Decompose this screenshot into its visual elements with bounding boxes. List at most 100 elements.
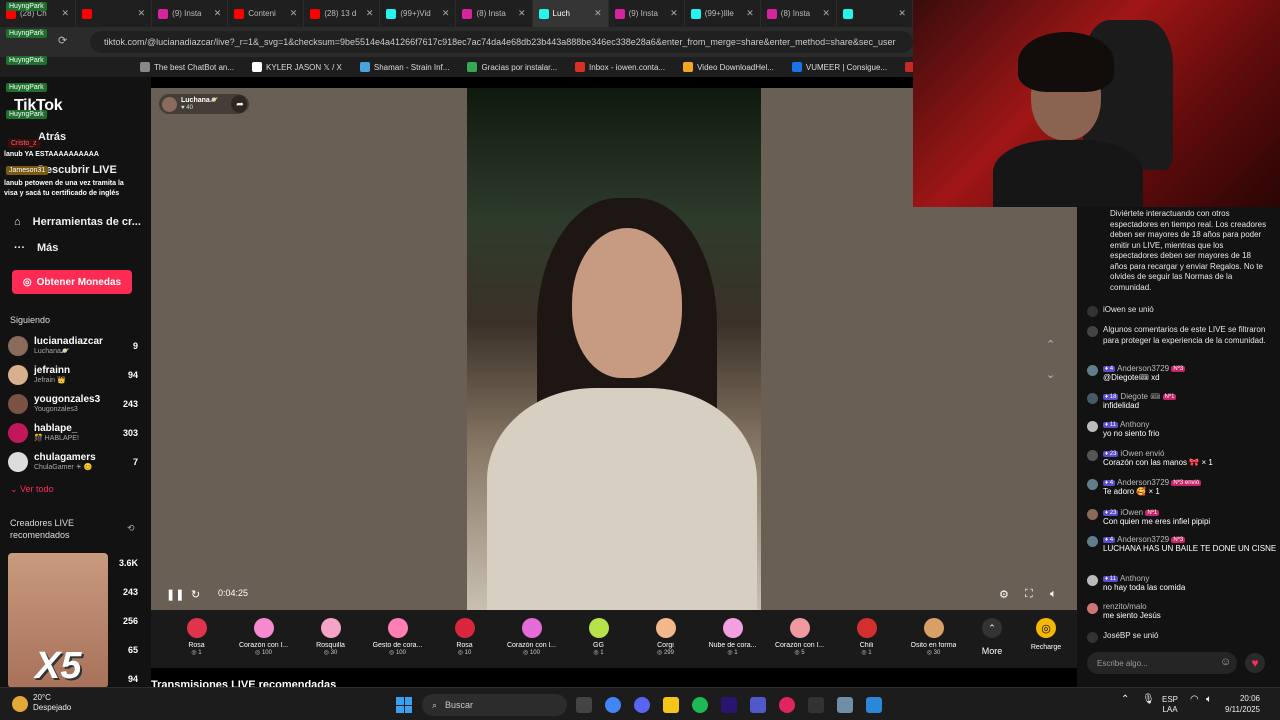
chevron-up-icon[interactable]: ⌃ — [1046, 338, 1055, 351]
chat-username[interactable]: Anderson3729 — [1117, 478, 1169, 487]
following-item[interactable]: hablape_ 🎊 HABLAPE! 303 — [8, 420, 138, 446]
avatar[interactable] — [1087, 450, 1098, 461]
following-item[interactable]: yougonzales3 Yougonzales3 243 — [8, 391, 138, 417]
bookmark-item[interactable]: Find & Share on G... — [905, 62, 913, 72]
browser-tab[interactable]: (28) 13 d ✕ — [304, 0, 381, 27]
replay-icon[interactable]: ↻ — [191, 588, 200, 601]
pause-icon[interactable]: ❚❚ — [166, 588, 184, 601]
browser-tab[interactable]: (8) Insta ✕ — [456, 0, 533, 27]
discord-icon[interactable] — [634, 697, 650, 713]
chat-username[interactable]: Anderson3729 — [1117, 535, 1169, 544]
bookmark-item[interactable]: VUMEER | Consigue... — [791, 62, 887, 72]
close-icon[interactable]: ✕ — [670, 8, 678, 19]
taskbar-search[interactable]: ⌕ Buscar — [422, 694, 567, 716]
gifts-more-button[interactable]: ⌃ More — [967, 610, 1017, 668]
recharge-button[interactable]: ◎ Recharge — [1021, 618, 1071, 651]
app-icon[interactable] — [866, 697, 882, 713]
browser-tab[interactable]: (9) Insta ✕ — [152, 0, 229, 27]
browser-tab[interactable]: ✕ — [76, 0, 153, 27]
bookmark-item[interactable]: Inbox - iowen.conta... — [575, 62, 665, 72]
close-icon[interactable]: ✕ — [366, 8, 374, 19]
gift-item[interactable]: Corazón con l... ◎ 100 — [498, 610, 565, 668]
refresh-icon[interactable]: ⟲ — [127, 523, 135, 534]
browser-tab[interactable]: ✕ — [837, 0, 913, 27]
file-explorer-icon[interactable] — [663, 697, 679, 713]
close-icon[interactable]: ✕ — [214, 8, 222, 19]
avatar[interactable] — [1087, 575, 1098, 586]
gift-item[interactable]: Nube de cora... ◎ 1 — [699, 610, 766, 668]
wifi-icon[interactable]: ◠ — [1190, 695, 1199, 705]
weather-widget[interactable]: 20°C Despejado — [33, 693, 71, 713]
chat-username[interactable]: Anthony — [1120, 574, 1149, 583]
avatar[interactable] — [1087, 393, 1098, 404]
gift-item[interactable]: Corgi ◎ 299 — [632, 610, 699, 668]
url-field[interactable]: tiktok.com/@lucianadiazcar/live?_r=1&_sv… — [90, 31, 913, 53]
weather-icon[interactable] — [12, 696, 28, 712]
more-link[interactable]: ··· Más — [14, 242, 58, 254]
browser-tab[interactable]: (99+)Vid ✕ — [380, 0, 457, 27]
gift-item[interactable]: Rosa ◎ 1 — [163, 610, 230, 668]
chevron-down-icon[interactable]: ⌄ — [1046, 368, 1055, 381]
following-item[interactable]: chulagamers ChulaGamer ☀ 😊 7 — [8, 449, 138, 475]
settings-icon[interactable]: ⚙ — [999, 588, 1009, 601]
avatar[interactable] — [1087, 603, 1098, 614]
like-button[interactable]: ♥ — [1245, 653, 1265, 673]
close-icon[interactable]: ✕ — [594, 8, 602, 19]
windows-start-icon[interactable] — [396, 697, 412, 713]
discover-live-link[interactable]: Descubrir LIVE — [38, 164, 117, 176]
gift-item[interactable]: Corazón con l... ◎ 100 — [230, 610, 297, 668]
language-indicator[interactable]: ESP LAA — [1162, 695, 1178, 715]
microphone-icon[interactable]: 🎙︎ — [1142, 695, 1155, 705]
close-icon[interactable]: ✕ — [62, 8, 70, 19]
premiere-icon[interactable] — [721, 697, 737, 713]
obs-icon[interactable] — [808, 697, 824, 713]
bookmark-item[interactable]: Gracias por instalar... — [467, 62, 557, 72]
avatar[interactable] — [1087, 509, 1098, 520]
close-icon[interactable]: ✕ — [898, 8, 906, 19]
reload-icon[interactable]: ⟳ — [58, 34, 67, 47]
bookmark-item[interactable]: The best ChatBot an... — [140, 62, 234, 72]
bookmark-item[interactable]: Video DownloadHel... — [683, 62, 774, 72]
avatar[interactable] — [1087, 479, 1098, 490]
bookmark-item[interactable]: KYLER JASON 𝕏 / X — [252, 62, 342, 72]
close-icon[interactable]: ✕ — [138, 8, 146, 19]
browser-tab[interactable]: Luch ✕ — [532, 0, 609, 27]
creator-tools-link[interactable]: ⌂ Herramientas de cr... — [14, 216, 141, 228]
chat-username[interactable]: iOwen envió — [1120, 449, 1164, 458]
browser-tab[interactable]: (8) Insta ✕ — [761, 0, 837, 27]
avatar[interactable] — [1087, 365, 1098, 376]
avatar[interactable] — [1087, 421, 1098, 432]
see-all-link[interactable]: ⌄ Ver todo — [10, 484, 54, 495]
browser-tab[interactable]: Conteni ✕ — [228, 0, 305, 27]
settings-app-icon[interactable] — [837, 697, 853, 713]
close-icon[interactable]: ✕ — [746, 8, 754, 19]
speaker-icon[interactable]: 🔈︎ — [1206, 695, 1212, 705]
fullscreen-icon[interactable]: ⛶ — [1025, 588, 1033, 601]
get-coins-button[interactable]: ◎ Obtener Monedas — [12, 270, 132, 294]
tray-chevron-icon[interactable]: ⌃ — [1121, 695, 1129, 705]
live-video[interactable] — [467, 88, 761, 610]
gift-item[interactable]: Corazón con l... ◎ 5 — [766, 610, 833, 668]
gift-item[interactable]: Gesto de cora... ◎ 100 — [364, 610, 431, 668]
task-view-icon[interactable] — [576, 697, 592, 713]
following-item[interactable]: jefrainn Jefrain 👑 94 — [8, 362, 138, 388]
taskbar-clock[interactable]: 20:06 9/11/2025 — [1225, 693, 1260, 715]
gift-item[interactable]: GG ◎ 1 — [565, 610, 632, 668]
back-link[interactable]: Atrás — [38, 131, 66, 143]
gift-item[interactable]: Rosquilla ◎ 30 — [297, 610, 364, 668]
browser-tab[interactable]: (99+)Ille ✕ — [685, 0, 761, 27]
chat-username[interactable]: Diegote 🎟 — [1120, 392, 1160, 401]
close-icon[interactable]: ✕ — [290, 8, 298, 19]
chat-username[interactable]: iOwen — [1120, 508, 1143, 517]
chat-username[interactable]: Anthony — [1120, 420, 1149, 429]
teams-icon[interactable] — [750, 697, 766, 713]
chat-input[interactable]: Escribe algo... — [1087, 652, 1237, 674]
gift-item[interactable]: Rosa ◎ 10 — [431, 610, 498, 668]
close-icon[interactable]: ✕ — [518, 8, 526, 19]
gift-item[interactable]: Chili ◎ 1 — [833, 610, 900, 668]
volume-icon[interactable]: 🔈︎ — [1050, 588, 1057, 601]
bookmark-item[interactable]: Shaman - Strain Inf... — [359, 62, 449, 72]
close-icon[interactable]: ✕ — [442, 8, 450, 19]
share-icon[interactable]: ➦ — [231, 95, 249, 113]
opera-icon[interactable] — [779, 697, 795, 713]
